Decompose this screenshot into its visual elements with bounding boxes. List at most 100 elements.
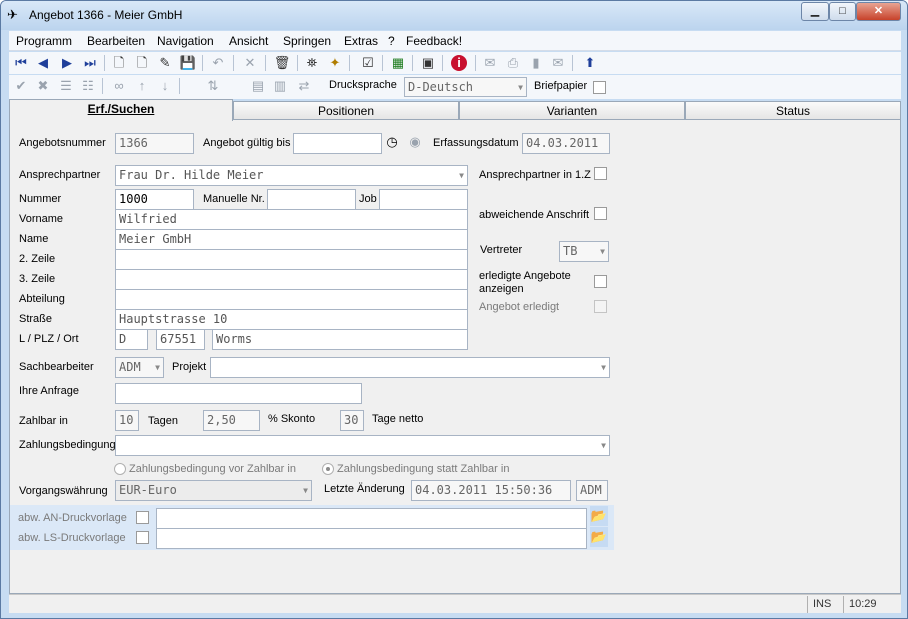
maximize-button[interactable]: □ xyxy=(829,2,856,21)
erledigt-label: Angebot erledigt xyxy=(479,301,560,313)
drucksprache-label: Drucksprache xyxy=(329,79,397,91)
tab-status[interactable]: Status xyxy=(685,101,901,120)
delete-trash-icon[interactable]: 🗑 xyxy=(273,54,291,72)
clock-icon[interactable]: ◷ xyxy=(383,133,401,151)
projekt-select[interactable]: ▼ xyxy=(210,357,610,378)
menu-programm[interactable]: Programm xyxy=(16,34,72,48)
transfer-icon[interactable]: ⇄ xyxy=(295,77,313,95)
job-field[interactable] xyxy=(379,189,468,210)
erledigte-checkbox[interactable] xyxy=(594,275,607,288)
open-folder-icon[interactable]: 📂 xyxy=(590,506,608,526)
abteilung-field[interactable] xyxy=(115,289,468,310)
zeile2-field[interactable] xyxy=(115,249,468,270)
open-folder-icon[interactable]: 📂 xyxy=(590,527,608,547)
calc-table-icon[interactable]: ▤ xyxy=(249,77,267,95)
check-list-icon[interactable]: ☰ xyxy=(57,77,75,95)
cross-icon[interactable]: ✖ xyxy=(34,77,52,95)
email-icon[interactable]: ✉ xyxy=(549,54,567,72)
gueltig-field[interactable] xyxy=(293,133,382,154)
letzte-aenderung-label: Letzte Änderung xyxy=(324,483,405,495)
move-down-icon[interactable]: ↓ xyxy=(156,77,174,95)
menu-help[interactable]: ? xyxy=(388,34,395,48)
skonto-field[interactable]: 2,50 xyxy=(203,410,260,431)
abw-anschrift-checkbox[interactable] xyxy=(594,207,607,220)
calculator-icon[interactable]: ▦ xyxy=(389,54,407,72)
checklist-icon[interactable]: ☑ xyxy=(359,54,377,72)
undo-icon[interactable]: ↶ xyxy=(209,54,227,72)
ansprechpartner-select[interactable]: Frau Dr. Hilde Meier ▼ xyxy=(115,165,468,186)
waehrung-label: Vorgangswährung xyxy=(19,485,108,497)
letzte-aenderung-field[interactable]: 04.03.2011 15:50:36 xyxy=(411,480,571,501)
cross-list-icon[interactable]: ☷ xyxy=(79,77,97,95)
menu-ansicht[interactable]: Ansicht xyxy=(229,34,268,48)
zahlbar-tage-field[interactable]: 10 xyxy=(115,410,139,431)
zahlungsbedingung-select[interactable]: ▼ xyxy=(115,435,610,456)
erfassungsdatum-label: Erfassungsdatum xyxy=(433,137,519,149)
ort-field[interactable]: Worms xyxy=(212,329,468,350)
close-button[interactable]: ✕ xyxy=(856,2,901,21)
window-icon[interactable]: ▣ xyxy=(419,54,437,72)
blank-page-icon[interactable]: 🗋 xyxy=(133,54,151,72)
zeile3-field[interactable] xyxy=(115,269,468,290)
next-record-icon[interactable]: ▶ xyxy=(58,54,76,72)
an-druck-field[interactable] xyxy=(156,508,587,529)
drucksprache-select[interactable]: D-Deutsch ▼ xyxy=(404,77,527,97)
cancel-icon[interactable]: ✕ xyxy=(241,54,259,72)
sort-icon[interactable]: ⇅ xyxy=(204,77,222,95)
waehrung-select[interactable]: EUR-Euro ▼ xyxy=(115,480,312,501)
letzte-user-field[interactable]: ADM xyxy=(576,480,608,501)
toolbar-main: ⏮ ◀ ▶ ⏭ 🗋 🗋 ✎ 💾 ↶ ✕ 🗑 ⛯ ✦ ☑ ▦ ▣ i ✉ ⎙ ▮ … xyxy=(9,52,901,74)
plz-field[interactable]: 67551 xyxy=(156,329,205,350)
calc-delete-icon[interactable]: ▥ xyxy=(271,77,289,95)
ls-druck-field[interactable] xyxy=(156,528,587,549)
tab-erf-suchen[interactable]: Erf./Suchen xyxy=(9,99,233,121)
radio-vor-zahlbar[interactable] xyxy=(114,463,126,475)
land-field[interactable]: D xyxy=(115,329,148,350)
info-icon[interactable]: i xyxy=(451,55,467,71)
status-bar: INS 10:29 xyxy=(9,594,901,613)
search-binoculars-icon[interactable]: ⛯ xyxy=(303,54,321,72)
print-icon[interactable]: ⎙ xyxy=(504,54,522,72)
save-icon[interactable]: 💾 xyxy=(179,54,197,72)
menu-extras[interactable]: Extras xyxy=(344,34,378,48)
search-new-icon[interactable]: ✦ xyxy=(326,54,344,72)
comment-icon[interactable]: ▮ xyxy=(527,54,545,72)
menu-bearbeiten[interactable]: Bearbeiten xyxy=(87,34,145,48)
briefpapier-checkbox[interactable] xyxy=(593,81,606,94)
netto-tage-field[interactable]: 30 xyxy=(340,410,364,431)
arrow-up-icon[interactable]: ⬆ xyxy=(581,54,599,72)
manuelle-nr-field[interactable] xyxy=(267,189,356,210)
move-up-icon[interactable]: ↑ xyxy=(133,77,151,95)
tab-varianten[interactable]: Varianten xyxy=(459,101,685,120)
fax-icon[interactable]: ✉ xyxy=(481,54,499,72)
check-icon[interactable]: ✔ xyxy=(12,77,30,95)
radio-statt-zahlbar[interactable] xyxy=(322,463,334,475)
app-icon: ✈ xyxy=(7,7,18,22)
minimize-button[interactable]: ▁ xyxy=(801,2,829,21)
menu-springen[interactable]: Springen xyxy=(283,34,331,48)
erledigt-checkbox[interactable] xyxy=(594,300,607,313)
eye-icon[interactable]: ◉ xyxy=(406,133,424,151)
an-druck-checkbox[interactable] xyxy=(136,511,149,524)
previous-record-icon[interactable]: ◀ xyxy=(34,54,52,72)
ls-druck-checkbox[interactable] xyxy=(136,531,149,544)
vorname-field[interactable]: Wilfried xyxy=(115,209,468,230)
first-record-icon[interactable]: ⏮ xyxy=(12,54,30,72)
last-record-icon[interactable]: ⏭ xyxy=(81,54,99,72)
angebotsnummer-field[interactable]: 1366 xyxy=(115,133,194,154)
ap-1z-checkbox[interactable] xyxy=(594,167,607,180)
link-icon[interactable]: ∞ xyxy=(110,77,128,95)
vertreter-select[interactable]: TB ▼ xyxy=(559,241,609,262)
nummer-field[interactable]: 1000 xyxy=(115,189,194,210)
skonto-label: % Skonto xyxy=(268,413,316,425)
new-document-icon[interactable]: 🗋 xyxy=(110,54,128,72)
name-field[interactable]: Meier GmbH xyxy=(115,229,468,250)
tab-positionen[interactable]: Positionen xyxy=(233,101,459,120)
edit-pencil-icon[interactable]: ✎ xyxy=(156,54,174,72)
erfassungsdatum-field[interactable]: 04.03.2011 xyxy=(522,133,610,154)
menu-feedback[interactable]: Feedback! xyxy=(406,34,462,48)
strasse-field[interactable]: Hauptstrasse 10 xyxy=(115,309,468,330)
sachbearbeiter-select[interactable]: ADM ▼ xyxy=(115,357,164,378)
anfrage-field[interactable] xyxy=(115,383,362,404)
menu-navigation[interactable]: Navigation xyxy=(157,34,214,48)
